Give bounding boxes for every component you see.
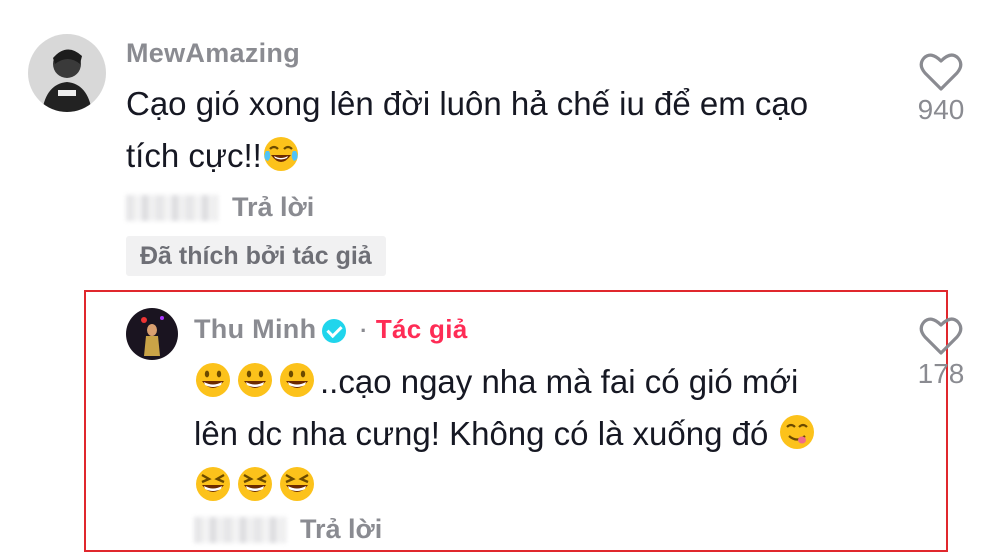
comment-date-blurred	[126, 194, 218, 221]
reply-text-line1: ..cạo ngay nha mà fai có gió mới	[194, 356, 820, 408]
reply-username[interactable]: Thu Minh	[194, 314, 316, 344]
comment-text-line2: tích cực!!	[126, 130, 808, 182]
comment-username[interactable]: MewAmazing	[126, 38, 300, 69]
liked-by-author-badge: Đã thích bởi tác giả	[126, 236, 386, 276]
grinning-face-emoji-icon	[278, 361, 316, 399]
comment-text-line1: Cạo gió xong lên đời luôn hả chế iu để e…	[126, 85, 809, 122]
verified-badge-icon	[322, 318, 347, 343]
comment-text: Cạo gió xong lên đời luôn hả chế iu để e…	[126, 78, 808, 182]
reply-like[interactable]: 178	[914, 316, 968, 390]
reply-date-blurred	[194, 516, 286, 543]
grinning-face-emoji-icon	[236, 361, 274, 399]
reply-text-line2-text: lên dc nha cưng! Không có là xuống đó	[194, 415, 769, 452]
reply-username-row: Thu Minh · Tác giả	[194, 314, 468, 345]
reply-text-line3	[194, 460, 820, 512]
tears-of-joy-emoji-icon	[262, 135, 300, 173]
comment-meta: Trả lời	[126, 192, 314, 223]
reply-text-line2: lên dc nha cưng! Không có là xuống đó	[194, 408, 820, 460]
comment-text-line2-text: tích cực!!	[126, 137, 262, 174]
reply-like-count: 178	[917, 358, 965, 389]
heart-icon[interactable]	[919, 316, 963, 356]
comment-reply-button[interactable]: Trả lời	[232, 192, 314, 223]
grinning-squinting-face-emoji-icon	[194, 465, 232, 503]
grinning-face-emoji-icon	[194, 361, 232, 399]
heart-icon[interactable]	[919, 52, 963, 92]
comment-like-count: 940	[917, 94, 965, 125]
reply-meta: Trả lời	[194, 514, 382, 545]
reply-reply-button[interactable]: Trả lời	[300, 514, 382, 545]
reply-text-line1-text: ..cạo ngay nha mà fai có gió mới	[320, 363, 799, 400]
comment-like[interactable]: 940	[914, 52, 968, 126]
author-tag: Tác giả	[375, 314, 468, 344]
grinning-squinting-face-emoji-icon	[236, 465, 274, 503]
avatar-mewamazing[interactable]	[28, 34, 106, 112]
grinning-squinting-face-emoji-icon	[278, 465, 316, 503]
face-savoring-food-emoji-icon	[778, 413, 816, 451]
reply-text: ..cạo ngay nha mà fai có gió mới lên dc …	[194, 356, 820, 512]
separator-dot: ·	[360, 318, 368, 343]
avatar-thu-minh[interactable]	[126, 308, 178, 360]
